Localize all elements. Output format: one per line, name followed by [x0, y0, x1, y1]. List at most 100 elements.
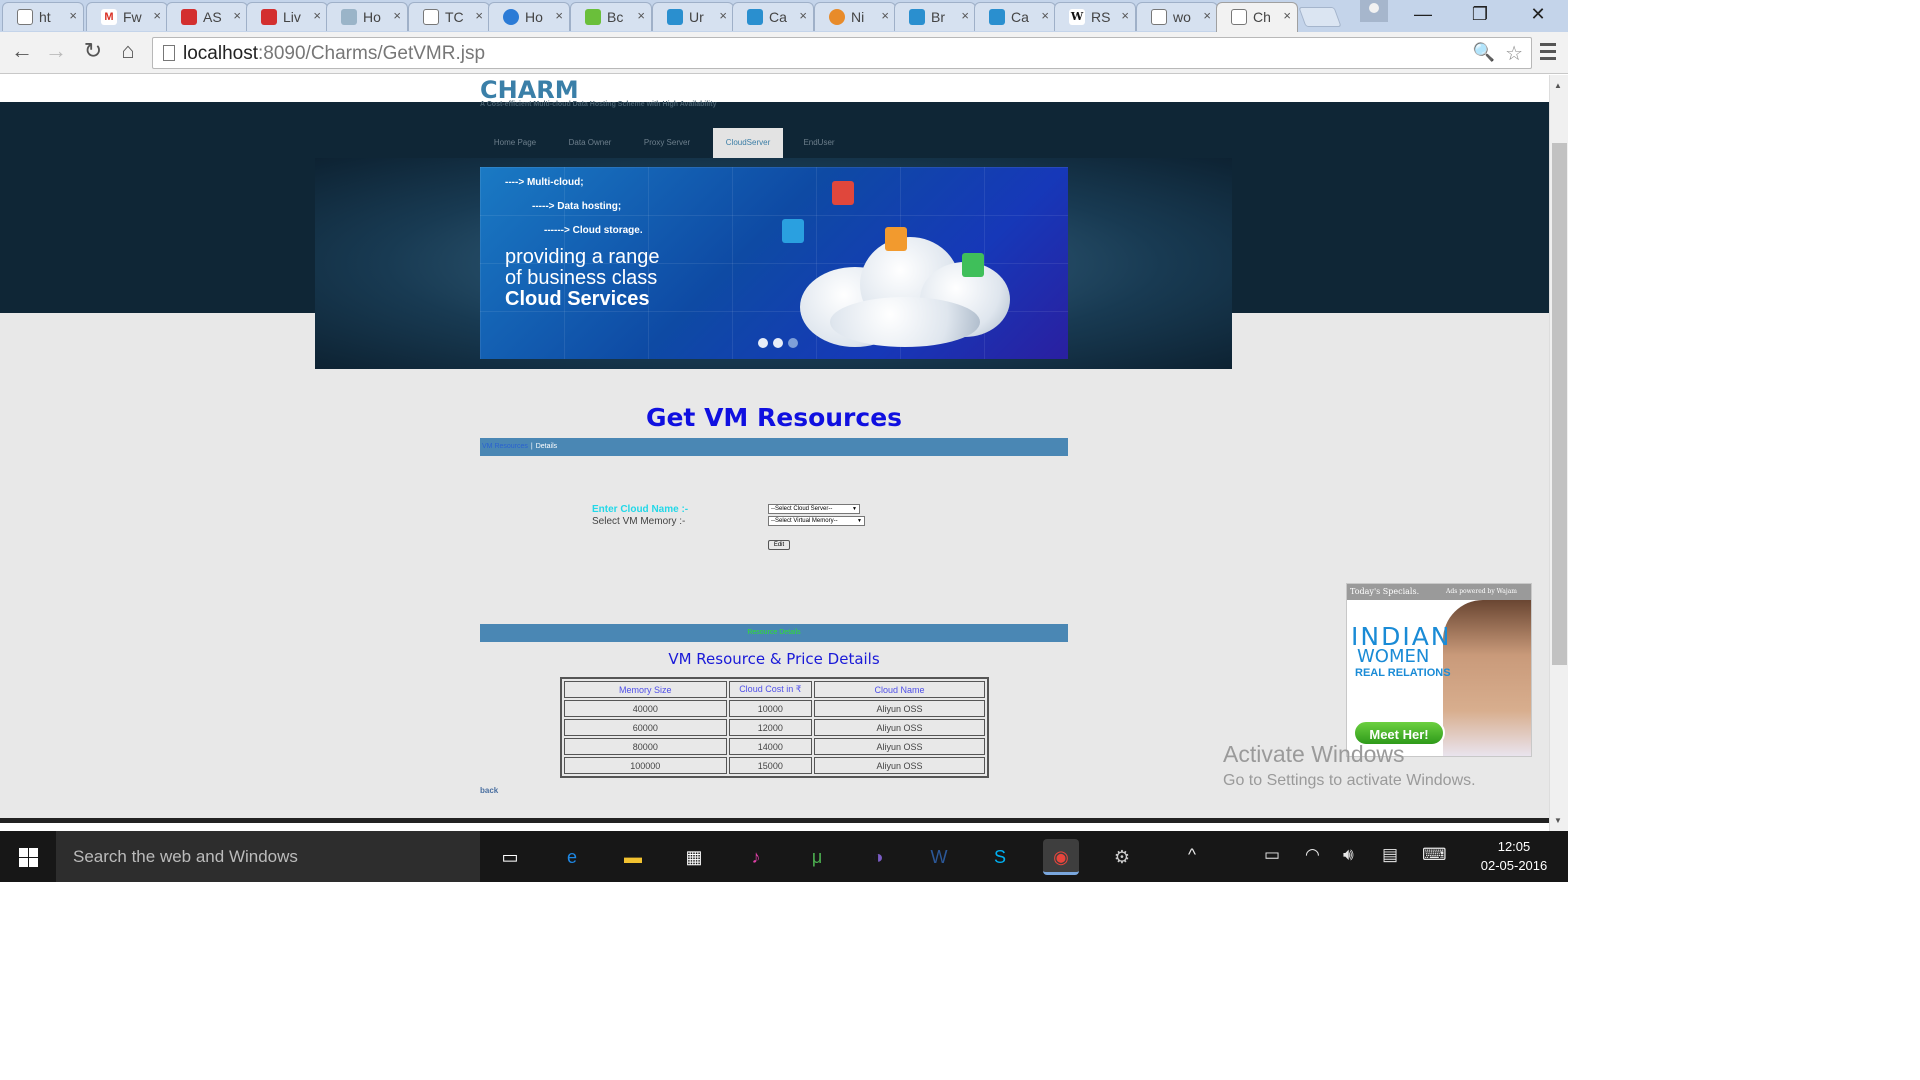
browser-tab[interactable]: wo × [1136, 2, 1218, 31]
browser-tab[interactable]: TC × [408, 2, 490, 31]
action-center-icon[interactable]: ▤ [1382, 845, 1398, 865]
tab-close-icon[interactable]: × [475, 8, 483, 23]
system-clock[interactable]: 12:05 02-05-2016 [1470, 837, 1558, 875]
scroll-thumb[interactable] [1552, 143, 1567, 665]
close-window-button[interactable]: ✕ [1518, 4, 1558, 25]
nav-cloud-server[interactable]: CloudServer [713, 128, 783, 158]
minimize-button[interactable]: — [1403, 4, 1443, 25]
show-hidden-icons-button[interactable]: ^ [1188, 845, 1196, 865]
wifi-icon[interactable]: ◠ [1305, 845, 1320, 865]
slide-dot[interactable] [773, 338, 783, 348]
task-view-icon[interactable]: ▭ [492, 839, 528, 875]
cloud-logo-icon [747, 9, 763, 25]
word-icon[interactable]: W [921, 839, 957, 875]
chrome-icon[interactable]: ◉ [1043, 839, 1079, 875]
tab-close-icon[interactable]: × [69, 8, 77, 23]
page-icon [163, 45, 175, 61]
scroll-down-arrow-icon[interactable]: ▼ [1554, 816, 1562, 825]
eclipse-icon[interactable]: ◑ [860, 839, 896, 875]
forward-button[interactable]: → [42, 38, 70, 64]
battery-icon[interactable]: ▭ [1264, 845, 1280, 865]
browser-tab[interactable]: M Fw × [86, 2, 168, 31]
ad-header-right: Ads powered by Wajam [1446, 588, 1517, 595]
skype-icon[interactable]: S [982, 839, 1018, 875]
browser-tab[interactable]: Ur × [652, 2, 734, 31]
address-bar[interactable]: localhost:8090/Charms/GetVMR.jsp 🔍 ☆ [152, 37, 1532, 69]
breadcrumb-link[interactable]: VM Resources [482, 443, 528, 450]
browser-tab[interactable]: Bc × [570, 2, 652, 31]
browser-tab[interactable]: Ho × [326, 2, 408, 31]
document-icon [423, 9, 439, 25]
zoom-icon[interactable]: 🔍 [1473, 42, 1495, 63]
edit-button[interactable]: Edit [768, 540, 790, 550]
browser-tab[interactable]: W RS × [1054, 2, 1136, 31]
tab-close-icon[interactable]: × [799, 8, 807, 23]
profile-button[interactable] [1360, 0, 1388, 22]
virtual-memory-select[interactable]: --Select Virtual Memory-- [768, 516, 865, 526]
cloud-name-label: Enter Cloud Name :- [592, 504, 689, 515]
browser-tab[interactable]: Liv × [246, 2, 328, 31]
advertisement[interactable]: Today's Specials. Ads powered by Wajam IN… [1346, 583, 1532, 757]
tab-close-icon[interactable]: × [1283, 8, 1291, 23]
slide-dots [758, 335, 803, 353]
nav-proxy-server[interactable]: Proxy Server [632, 128, 702, 158]
keyboard-icon[interactable]: ⌨︎ [1422, 845, 1447, 865]
browser-tab[interactable]: Ni × [814, 2, 896, 31]
table-row: 60000 12000 Aliyun OSS [564, 719, 985, 736]
tab-close-icon[interactable]: × [1121, 8, 1129, 23]
browser-tab[interactable]: Ca × [974, 2, 1056, 31]
gmail-icon: M [101, 9, 117, 25]
browser-tab[interactable]: ht × [2, 2, 84, 31]
slide-dot[interactable] [758, 338, 768, 348]
site-subtitle: A Cost-efficient Multi-cloud Data Hostin… [480, 101, 717, 108]
cloud-logo-icon [989, 9, 1005, 25]
tab-close-icon[interactable]: × [1203, 8, 1211, 23]
new-tab-button[interactable] [1298, 7, 1342, 27]
tab-close-icon[interactable]: × [637, 8, 645, 23]
settings-gear-icon[interactable]: ⚙ [1104, 839, 1140, 875]
store-icon[interactable]: ▦ [676, 839, 712, 875]
table-caption: VM Resource & Price Details [668, 650, 880, 668]
tab-close-icon[interactable]: × [1041, 8, 1049, 23]
utorrent-icon[interactable]: μ [799, 839, 835, 875]
user-avatar-icon [1369, 3, 1379, 13]
browser-tab[interactable]: Ho × [488, 2, 570, 31]
back-button[interactable]: ← [8, 38, 36, 64]
nav-end-user[interactable]: EndUser [784, 128, 854, 158]
browser-tab[interactable]: AS × [166, 2, 248, 31]
back-link[interactable]: back [480, 786, 498, 795]
taskbar-search-box[interactable]: Search the web and Windows [56, 831, 480, 882]
volume-icon[interactable]: 🔊︎ [1343, 845, 1354, 865]
photo-cube-icon [962, 253, 984, 277]
chrome-menu-icon[interactable] [1540, 43, 1556, 64]
tab-close-icon[interactable]: × [961, 8, 969, 23]
scroll-up-arrow-icon[interactable]: ▲ [1554, 81, 1562, 90]
browser-tab-active[interactable]: Ch × [1216, 2, 1298, 32]
tab-strip: ht × M Fw × AS × Liv × Ho × TC × Ho × Bc × Ur × Ca… [0, 0, 1568, 32]
document-cube-icon [885, 227, 907, 251]
tab-close-icon[interactable]: × [233, 8, 241, 23]
table-cell: 80000 [564, 738, 727, 755]
tab-close-icon[interactable]: × [313, 8, 321, 23]
bookmark-star-icon[interactable]: ☆ [1505, 41, 1523, 66]
browser-tab[interactable]: Br × [894, 2, 976, 31]
nav-data-owner[interactable]: Data Owner [555, 128, 625, 158]
slide-dot[interactable] [788, 338, 798, 348]
browser-tab[interactable]: Ca × [732, 2, 814, 31]
tab-close-icon[interactable]: × [555, 8, 563, 23]
tab-close-icon[interactable]: × [393, 8, 401, 23]
cloud-server-select[interactable]: --Select Cloud Server-- [768, 504, 860, 514]
edge-icon[interactable]: e [554, 839, 590, 875]
start-button[interactable] [0, 831, 56, 882]
nav-home-page[interactable]: Home Page [480, 128, 550, 158]
tab-close-icon[interactable]: × [881, 8, 889, 23]
url-text[interactable]: localhost:8090/Charms/GetVMR.jsp [183, 43, 485, 65]
tab-close-icon[interactable]: × [719, 8, 727, 23]
restore-button[interactable]: ❐ [1460, 4, 1500, 25]
file-explorer-icon[interactable]: ▬ [615, 839, 651, 875]
tab-close-icon[interactable]: × [153, 8, 161, 23]
home-button[interactable]: ⌂ [114, 38, 142, 64]
itunes-icon[interactable]: ♪ [738, 839, 774, 875]
vertical-scrollbar[interactable]: ▲ ▼ [1549, 75, 1568, 831]
reload-button[interactable]: ↻ [79, 38, 107, 64]
